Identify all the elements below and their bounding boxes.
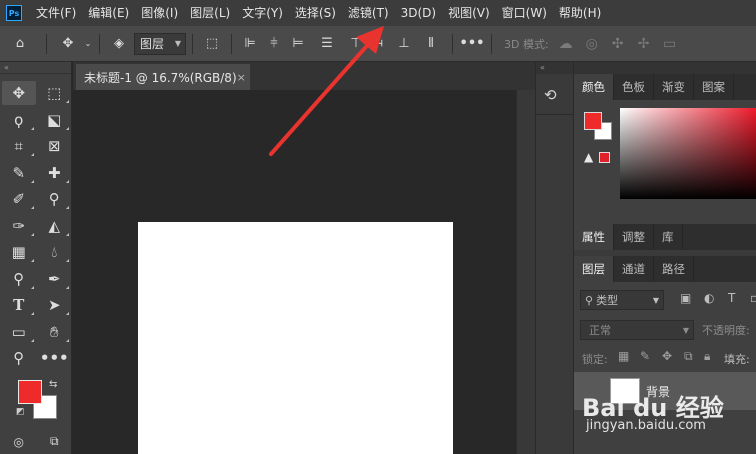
foreground-color-swatch[interactable]	[584, 112, 602, 130]
foreground-color-swatch[interactable]	[18, 379, 42, 404]
arrow-head	[356, 26, 384, 54]
arrow-shaft	[269, 38, 374, 156]
annotation-arrow	[269, 26, 384, 156]
